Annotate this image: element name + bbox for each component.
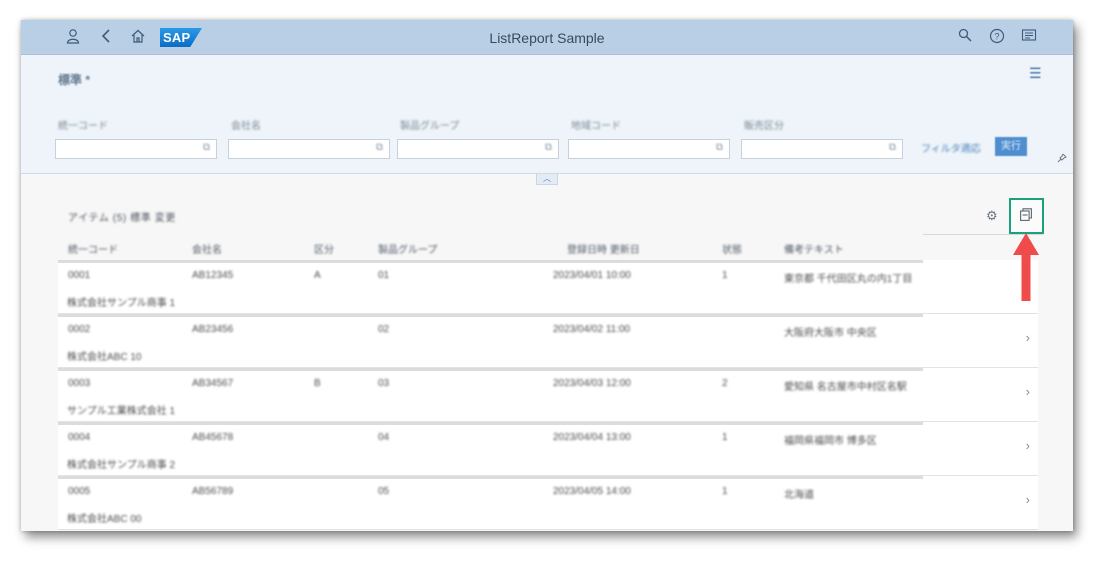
table-cell: 愛知県 名古屋市中村区名駅 (784, 382, 907, 393)
row-subtitle: 株式会社ABC 10 (67, 352, 142, 363)
table-cell: 2023/04/05 14:00 (553, 486, 631, 497)
collapse-header-button[interactable]: ︿ (536, 174, 558, 185)
table-row[interactable]: 0001 AB12345 A 01 2023/04/01 10:00 1 東京都… (58, 260, 1038, 314)
app-window: SAP ListReport Sample ? 標準 * ☰ 統一コード ⧉ 会… (21, 20, 1073, 531)
table-cell: 1 (722, 486, 728, 497)
gear-icon[interactable]: ⚙ (986, 208, 998, 224)
filter-label: 会社名 (231, 121, 261, 132)
annotation-arrow-icon (1013, 233, 1039, 301)
table-cell: 0004 (68, 432, 91, 443)
table-cell: 0002 (68, 324, 91, 335)
row-navigation-icon[interactable]: › (1026, 492, 1030, 507)
search-icon[interactable] (958, 28, 972, 47)
filter-input[interactable]: ⧉ (228, 139, 390, 159)
table-cell: 1 (722, 270, 728, 281)
export-button-highlight[interactable] (1009, 198, 1044, 234)
filter-input[interactable]: ⧉ (568, 139, 730, 159)
table-cell: 03 (378, 378, 390, 389)
table-row[interactable]: 0003 AB34567 B 03 2023/04/03 12:00 2 愛知県… (58, 368, 1038, 422)
table-header: 統一コード 会社名 区分 製品グループ 登録日時 更新日 状態 備考テキスト (58, 234, 923, 260)
value-help-icon[interactable]: ⧉ (203, 142, 210, 153)
value-help-icon[interactable]: ⧉ (889, 142, 896, 153)
notifications-icon[interactable] (1021, 28, 1037, 47)
column-header[interactable]: 状態 (722, 241, 742, 256)
table-cell: 2023/04/04 13:00 (553, 432, 631, 443)
row-separator (58, 260, 923, 263)
go-button[interactable]: 実行 (995, 137, 1027, 156)
row-navigation-icon[interactable]: › (1026, 438, 1030, 453)
row-subtitle: サンプル工業株式会社 1 (67, 406, 176, 417)
table-cell: AB12345 (192, 270, 234, 281)
column-header[interactable]: 統一コード (68, 241, 118, 256)
table-cell: AB45678 (192, 432, 234, 443)
table-row[interactable]: 0002 AB23456 02 2023/04/02 11:00 大阪府大阪市 … (58, 314, 1038, 368)
table-cell: 02 (378, 324, 390, 335)
filter-input[interactable]: ⧉ (741, 139, 903, 159)
filter-label: 販売区分 (744, 121, 784, 132)
table-cell: 2023/04/01 10:00 (553, 270, 631, 281)
row-subtitle: 株式会社ABC 00 (67, 514, 142, 525)
column-header[interactable]: 製品グループ (378, 241, 437, 256)
table-cell: 北海道 (784, 490, 814, 501)
value-help-icon[interactable]: ⧉ (376, 142, 383, 153)
app-title: ListReport Sample (489, 30, 605, 46)
table-cell: 2023/04/03 12:00 (553, 378, 631, 389)
row-separator (58, 422, 923, 425)
table-cell: 0003 (68, 378, 91, 389)
table-cell: 東京都 千代田区丸の内1丁目 (784, 274, 913, 285)
table-row[interactable]: 0005 AB56789 05 2023/04/05 14:00 1 北海道 株… (58, 476, 1038, 530)
table-cell: 2 (722, 378, 728, 389)
table-row[interactable]: 0004 AB45678 04 2023/04/04 13:00 1 福岡県福岡… (58, 422, 1038, 476)
row-subtitle: 株式会社サンプル商事 1 (67, 298, 176, 309)
help-icon[interactable]: ? (989, 28, 1005, 49)
table-cell: 0001 (68, 270, 91, 281)
filter-label: 地域コード (571, 121, 621, 132)
column-header[interactable]: 備考テキスト (784, 241, 844, 256)
value-help-icon[interactable]: ⧉ (545, 142, 552, 153)
table-title: アイテム (5) 標準 変更 (68, 213, 176, 224)
table-cell: 大阪府大阪市 中央区 (784, 328, 877, 339)
row-navigation-icon[interactable]: › (1026, 330, 1030, 345)
column-header[interactable]: 登録日時 更新日 (567, 241, 640, 256)
adapt-filters-link[interactable]: フィルタ適応 (921, 140, 981, 155)
filter-input[interactable]: ⧉ (55, 139, 217, 159)
header-menu-icon[interactable]: ☰ (1029, 65, 1042, 82)
table-cell: AB56789 (192, 486, 234, 497)
variant-title[interactable]: 標準 * (58, 71, 90, 88)
table-cell: 04 (378, 432, 390, 443)
table-cell: 01 (378, 270, 390, 281)
table-cell: AB23456 (192, 324, 234, 335)
table-cell: 05 (378, 486, 390, 497)
filter-header: 標準 * ☰ 統一コード ⧉ 会社名 ⧉ 製品グループ ⧉ 地域コード ⧉ 販売… (21, 55, 1073, 174)
row-separator (58, 368, 923, 371)
filter-label: 統一コード (58, 121, 108, 132)
filter-input[interactable]: ⧉ (397, 139, 559, 159)
row-navigation-icon[interactable]: › (1026, 384, 1030, 399)
table-cell: AB34567 (192, 378, 234, 389)
table-cell: 2023/04/02 11:00 (553, 324, 631, 335)
export-icon[interactable] (1020, 208, 1032, 221)
table-cell: B (314, 378, 321, 389)
row-separator (58, 314, 923, 317)
shell-bar: SAP ListReport Sample ? (21, 20, 1073, 55)
column-header[interactable]: 会社名 (192, 241, 222, 256)
table-cell: 福岡県福岡市 博多区 (784, 436, 877, 447)
table-cell: A (314, 270, 321, 281)
row-subtitle: 株式会社サンプル商事 2 (67, 460, 176, 471)
table-cell: 0005 (68, 486, 91, 497)
table-cell: 1 (722, 432, 728, 443)
arrow-shape (1013, 233, 1039, 301)
svg-text:?: ? (994, 32, 999, 42)
row-separator (58, 476, 923, 479)
pin-icon[interactable] (1057, 153, 1067, 166)
filter-label: 製品グループ (400, 121, 460, 132)
value-help-icon[interactable]: ⧉ (716, 142, 723, 153)
column-header[interactable]: 区分 (314, 241, 334, 256)
